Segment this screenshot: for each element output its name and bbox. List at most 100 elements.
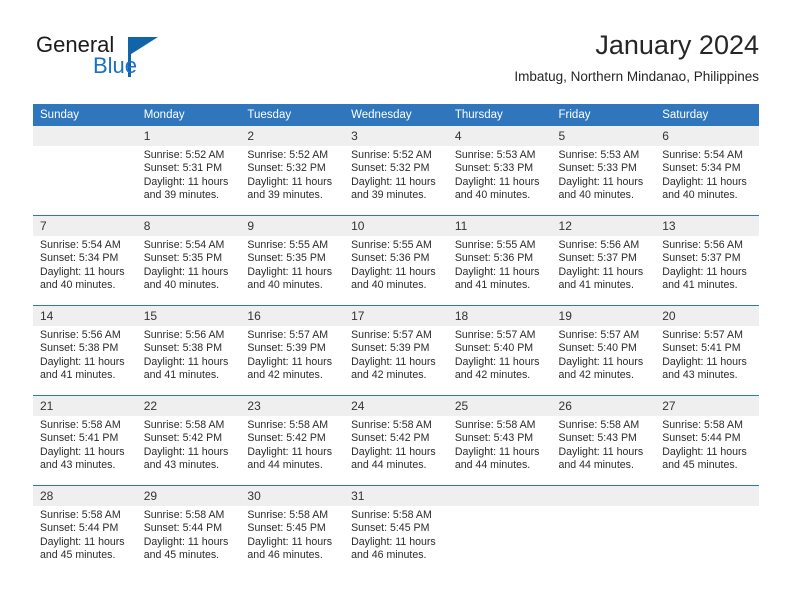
day-number: 5 bbox=[551, 126, 656, 146]
daylight-text-line2: and 41 minutes. bbox=[40, 369, 116, 382]
sunset-text: Sunset: 5:35 PM bbox=[143, 252, 223, 265]
sun-info: Sunrise: 5:52 AM Sunset: 5:32 PM Daylight:… bbox=[240, 146, 344, 203]
calendar-day-cell[interactable]: 15 Sunrise: 5:56 AM Sunset: 5:38 PM Dayligh… bbox=[136, 305, 241, 396]
daylight-text-line2: and 39 minutes. bbox=[143, 189, 220, 202]
sunset-text: Sunset: 5:42 PM bbox=[351, 432, 430, 445]
day-number: 2 bbox=[240, 126, 345, 146]
day-number bbox=[551, 486, 656, 506]
daylight-text-line1: Daylight: 11 hours bbox=[351, 175, 436, 188]
calendar-week-row: 28 Sunrise: 5:58 AM Sunset: 5:44 PM Dayligh… bbox=[33, 485, 759, 575]
calendar-day-cell[interactable]: 8 Sunrise: 5:54 AM Sunset: 5:35 PM Daylight… bbox=[136, 215, 241, 306]
calendar-day-cell[interactable]: 21 Sunrise: 5:58 AM Sunset: 5:41 PM Dayligh… bbox=[33, 395, 137, 486]
calendar-day-cell[interactable]: 2 Sunrise: 5:52 AM Sunset: 5:32 PM Daylight… bbox=[240, 126, 345, 216]
sunrise-text: Sunrise: 5:58 AM bbox=[351, 509, 432, 521]
calendar-day-cell[interactable]: 25 Sunrise: 5:58 AM Sunset: 5:43 PM Dayligh… bbox=[447, 395, 552, 486]
day-number: 3 bbox=[344, 126, 448, 146]
daylight-text-line1: Daylight: 11 hours bbox=[454, 175, 540, 188]
day-number: 21 bbox=[33, 396, 137, 416]
day-number: 26 bbox=[551, 396, 656, 416]
sun-info: Sunrise: 5:58 AM Sunset: 5:43 PM Daylight:… bbox=[448, 416, 552, 473]
sunset-text: Sunset: 5:45 PM bbox=[247, 522, 326, 535]
calendar-day-cell[interactable]: 29 Sunrise: 5:58 AM Sunset: 5:44 PM Dayligh… bbox=[136, 485, 241, 575]
general-blue-logo[interactable]: General Blue bbox=[33, 32, 263, 88]
sunrise-text: Sunrise: 5:52 AM bbox=[351, 149, 432, 161]
sunset-text: Sunset: 5:44 PM bbox=[40, 522, 119, 535]
sun-info: Sunrise: 5:55 AM Sunset: 5:36 PM Daylight:… bbox=[344, 236, 448, 293]
calendar-day-cell[interactable]: 30 Sunrise: 5:58 AM Sunset: 5:45 PM Dayligh… bbox=[240, 485, 345, 575]
sun-info: Sunrise: 5:54 AM Sunset: 5:34 PM Daylight:… bbox=[33, 236, 137, 293]
calendar-day-cell[interactable]: 24 Sunrise: 5:58 AM Sunset: 5:42 PM Dayligh… bbox=[344, 395, 448, 486]
sunset-text: Sunset: 5:32 PM bbox=[351, 162, 430, 175]
sunset-text: Sunset: 5:41 PM bbox=[662, 342, 741, 355]
sunrise-text: Sunrise: 5:54 AM bbox=[143, 239, 225, 251]
calendar-day-cell[interactable]: 19 Sunrise: 5:57 AM Sunset: 5:40 PM Dayligh… bbox=[551, 305, 656, 396]
sunset-text: Sunset: 5:37 PM bbox=[558, 252, 637, 265]
day-number: 30 bbox=[240, 486, 345, 506]
calendar-day-cell[interactable]: 9 Sunrise: 5:55 AM Sunset: 5:35 PM Daylight… bbox=[240, 215, 345, 306]
sun-info: Sunrise: 5:52 AM Sunset: 5:31 PM Daylight:… bbox=[137, 146, 241, 203]
calendar-day-cell[interactable]: 28 Sunrise: 5:58 AM Sunset: 5:44 PM Dayligh… bbox=[33, 485, 137, 575]
calendar-day-cell[interactable]: 12 Sunrise: 5:56 AM Sunset: 5:37 PM Dayligh… bbox=[551, 215, 656, 306]
calendar-day-cell[interactable]: 20 Sunrise: 5:57 AM Sunset: 5:41 PM Dayligh… bbox=[655, 305, 759, 396]
calendar-day-cell[interactable]: 14 Sunrise: 5:56 AM Sunset: 5:38 PM Dayligh… bbox=[33, 305, 137, 396]
calendar-day-cell[interactable]: 3 Sunrise: 5:52 AM Sunset: 5:32 PM Daylight… bbox=[344, 126, 448, 216]
sun-info: Sunrise: 5:58 AM Sunset: 5:44 PM Daylight:… bbox=[137, 506, 241, 563]
calendar-day-cell[interactable]: 27 Sunrise: 5:58 AM Sunset: 5:44 PM Dayligh… bbox=[655, 395, 759, 486]
calendar-day-cell[interactable]: 10 Sunrise: 5:55 AM Sunset: 5:36 PM Dayligh… bbox=[344, 215, 448, 306]
calendar-day-cell-empty bbox=[655, 485, 759, 575]
sunrise-text: Sunrise: 5:52 AM bbox=[247, 149, 329, 161]
daylight-text-line2: and 43 minutes. bbox=[662, 369, 738, 382]
sun-info: Sunrise: 5:55 AM Sunset: 5:36 PM Daylight:… bbox=[448, 236, 552, 293]
daylight-text-line1: Daylight: 11 hours bbox=[558, 265, 644, 278]
daylight-text-line1: Daylight: 11 hours bbox=[454, 355, 540, 368]
sun-info: Sunrise: 5:56 AM Sunset: 5:37 PM Daylight:… bbox=[655, 236, 759, 293]
calendar-day-cell[interactable]: 22 Sunrise: 5:58 AM Sunset: 5:42 PM Dayligh… bbox=[136, 395, 241, 486]
sun-info: Sunrise: 5:58 AM Sunset: 5:42 PM Daylight:… bbox=[137, 416, 241, 473]
calendar-day-cell[interactable]: 26 Sunrise: 5:58 AM Sunset: 5:43 PM Dayligh… bbox=[551, 395, 656, 486]
calendar-day-cell[interactable]: 7 Sunrise: 5:54 AM Sunset: 5:34 PM Daylight… bbox=[33, 215, 137, 306]
daylight-text-line1: Daylight: 11 hours bbox=[351, 535, 436, 548]
daylight-text-line1: Daylight: 11 hours bbox=[351, 265, 436, 278]
sunrise-text: Sunrise: 5:53 AM bbox=[454, 149, 536, 161]
daylight-text-line2: and 45 minutes. bbox=[143, 549, 220, 562]
calendar-day-cell[interactable]: 18 Sunrise: 5:57 AM Sunset: 5:40 PM Dayligh… bbox=[447, 305, 552, 396]
day-number: 12 bbox=[551, 216, 656, 236]
calendar-day-cell[interactable]: 4 Sunrise: 5:53 AM Sunset: 5:33 PM Daylight… bbox=[447, 126, 552, 216]
sunset-text: Sunset: 5:36 PM bbox=[454, 252, 534, 265]
weekday-header-tuesday: Tuesday bbox=[240, 104, 345, 126]
day-number: 10 bbox=[344, 216, 448, 236]
calendar-day-cell[interactable]: 23 Sunrise: 5:58 AM Sunset: 5:42 PM Dayligh… bbox=[240, 395, 345, 486]
day-number: 16 bbox=[240, 306, 345, 326]
calendar-day-cell[interactable]: 17 Sunrise: 5:57 AM Sunset: 5:39 PM Dayligh… bbox=[344, 305, 448, 396]
daylight-text-line1: Daylight: 11 hours bbox=[662, 445, 747, 458]
page-header: General Blue January 2024 Imbatug, North… bbox=[33, 28, 759, 96]
calendar-day-cell-empty bbox=[551, 485, 656, 575]
sun-info: Sunrise: 5:57 AM Sunset: 5:41 PM Daylight:… bbox=[655, 326, 759, 383]
calendar-day-cell[interactable]: 11 Sunrise: 5:55 AM Sunset: 5:36 PM Dayligh… bbox=[447, 215, 552, 306]
daylight-text-line2: and 42 minutes. bbox=[351, 369, 427, 382]
daylight-text-line2: and 44 minutes. bbox=[558, 459, 634, 472]
day-number: 4 bbox=[447, 126, 552, 146]
calendar-day-cell[interactable]: 13 Sunrise: 5:56 AM Sunset: 5:37 PM Dayligh… bbox=[655, 215, 759, 306]
sun-info: Sunrise: 5:57 AM Sunset: 5:40 PM Daylight:… bbox=[552, 326, 656, 383]
daylight-text-line1: Daylight: 11 hours bbox=[247, 265, 333, 278]
sunset-text: Sunset: 5:42 PM bbox=[247, 432, 326, 445]
calendar-day-cell[interactable]: 5 Sunrise: 5:53 AM Sunset: 5:33 PM Daylight… bbox=[551, 126, 656, 216]
weekday-header-monday: Monday bbox=[136, 104, 241, 126]
calendar-grid: Sunday Monday Tuesday Wednesday Thursday… bbox=[33, 104, 759, 575]
day-number: 24 bbox=[344, 396, 448, 416]
calendar-day-cell[interactable]: 16 Sunrise: 5:57 AM Sunset: 5:39 PM Dayligh… bbox=[240, 305, 345, 396]
logo-text-blue: Blue bbox=[93, 53, 138, 78]
sun-info: Sunrise: 5:58 AM Sunset: 5:42 PM Daylight:… bbox=[344, 416, 448, 473]
daylight-text-line2: and 46 minutes. bbox=[247, 549, 323, 562]
sunrise-text: Sunrise: 5:58 AM bbox=[40, 509, 121, 521]
calendar-day-cell[interactable]: 31 Sunrise: 5:58 AM Sunset: 5:45 PM Dayligh… bbox=[344, 485, 448, 575]
daylight-text-line1: Daylight: 11 hours bbox=[662, 355, 747, 368]
daylight-text-line1: Daylight: 11 hours bbox=[454, 445, 540, 458]
sun-info: Sunrise: 5:53 AM Sunset: 5:33 PM Daylight:… bbox=[552, 146, 656, 203]
sun-info: Sunrise: 5:53 AM Sunset: 5:33 PM Daylight:… bbox=[448, 146, 552, 203]
sunrise-text: Sunrise: 5:56 AM bbox=[143, 329, 225, 341]
calendar-day-cell[interactable]: 6 Sunrise: 5:54 AM Sunset: 5:34 PM Daylight… bbox=[655, 126, 759, 216]
sunrise-text: Sunrise: 5:57 AM bbox=[454, 329, 536, 341]
calendar-day-cell[interactable]: 1 Sunrise: 5:52 AM Sunset: 5:31 PM Daylight… bbox=[136, 126, 241, 216]
